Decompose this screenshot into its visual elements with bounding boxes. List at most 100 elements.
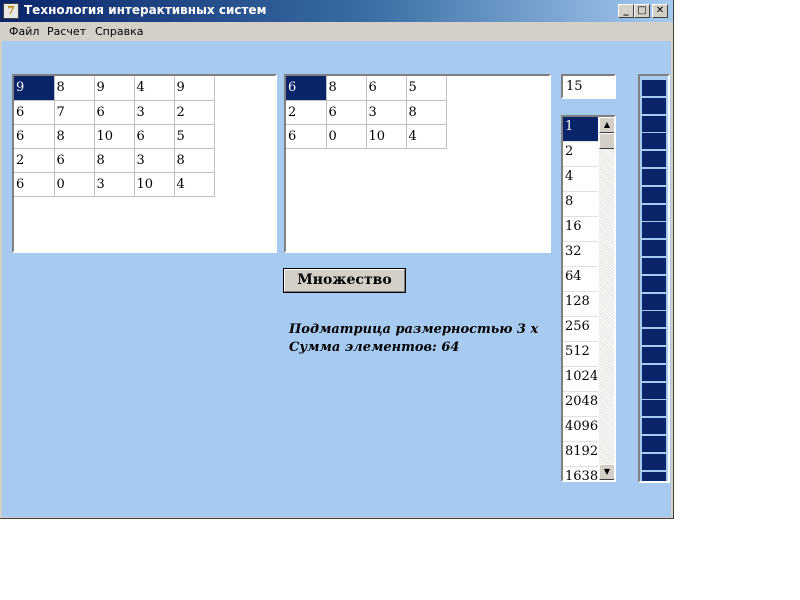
source-matrix-cell[interactable]: 3 [134,148,175,173]
set-button-label: Множество [284,269,405,292]
menu-help[interactable]: Справка [95,25,143,38]
strip-cell [641,257,667,275]
submatrix-row: 2638 [286,100,447,125]
source-matrix-cell[interactable]: 7 [54,100,95,125]
minimize-button[interactable]: _ [618,4,634,18]
menu-calculation[interactable]: Расчет [47,25,86,38]
strip-cell [641,203,667,222]
strip-cell [641,96,667,115]
close-button[interactable]: ✕ [652,4,668,18]
strip-cell [641,168,667,186]
source-matrix-cell[interactable]: 6 [14,100,55,125]
source-matrix-cell[interactable]: 6 [94,100,135,125]
source-matrix-cell[interactable]: 9 [14,76,55,101]
source-matrix-table[interactable]: 9 8 9 4 9 6 7 6 3 2 6 8 10 6 5 2 6 8 3 8 6 0 3 10 4 [14,76,215,197]
powers-listbox[interactable]: 1 2 4 8 16 32 64 128 256 512 1024 2048 4096 8192 1638 … [561,115,616,482]
submatrix-cell[interactable]: 8 [326,76,367,101]
submatrix-cell[interactable]: 6 [286,124,327,149]
strip-cell [641,79,667,97]
source-matrix-row: 6 0 3 10 4 [14,172,215,197]
source-matrix-cell[interactable]: 10 [134,172,175,197]
list-item[interactable]: 4 [563,167,598,192]
source-matrix-cell[interactable]: 3 [134,100,175,125]
result-sum-text: Сумма элементов: 64 [289,340,460,355]
number-input[interactable]: 15 [561,74,616,99]
submatrix-cell[interactable]: 2 [286,100,327,125]
strip-cell [641,310,667,329]
strip-cell [641,452,667,471]
source-matrix-cell[interactable]: 2 [174,100,215,125]
list-item[interactable]: 512 [563,342,598,367]
source-matrix-cell[interactable]: 9 [94,76,135,101]
list-item[interactable]: 1638 [563,467,598,480]
list-item[interactable]: 1024 [563,367,598,392]
strip-cell [641,417,667,436]
source-matrix-cell[interactable]: 3 [94,172,135,197]
menu-file[interactable]: Файл [9,25,39,38]
submatrix-cell[interactable]: 6 [326,100,367,125]
list-item[interactable]: 128 [563,292,598,317]
submatrix-cell[interactable]: 4 [406,124,447,149]
maximize-button[interactable]: □ [634,4,650,18]
strip-cell [641,399,667,418]
app-icon[interactable]: 7 [3,3,19,19]
list-item[interactable]: 1 [563,117,598,142]
source-matrix-cell[interactable]: 4 [174,172,215,197]
strip-cell [641,328,667,347]
title-bar[interactable]: 7 Технология интерактивных систем _ □ ✕ [0,0,673,22]
source-matrix-row: 67632 [14,100,215,125]
source-matrix-row: 6 8 10 6 5 [14,124,215,149]
source-matrix-row: 98949 [14,76,215,101]
list-item[interactable]: 2 [563,142,598,167]
set-button[interactable]: Множество [283,268,406,293]
submatrix-cell[interactable]: 6 [366,76,407,101]
submatrix-cell[interactable]: 0 [326,124,367,149]
strip-cell [641,292,667,311]
list-item[interactable]: 256 [563,317,598,342]
strip-cell [641,346,667,364]
strip-cell [641,150,667,169]
list-item[interactable]: 4096 [563,417,598,442]
source-matrix-cell[interactable]: 4 [134,76,175,101]
source-matrix-grid[interactable]: 9 8 9 4 9 6 7 6 3 2 6 8 10 6 5 2 6 8 3 8 6 0 3 10 4 [12,74,277,253]
source-matrix-cell[interactable]: 8 [94,148,135,173]
source-matrix-cell[interactable]: 10 [94,124,135,149]
submatrix-grid[interactable]: 6 8 6 5 2 6 3 8 6 0 10 4 [284,74,551,253]
result-dimension-text: Подматрица размерностью 3 х [289,322,539,337]
strip-cell [641,221,667,240]
indicator-strip [638,74,670,483]
scroll-thumb[interactable] [599,133,614,149]
submatrix-cell[interactable]: 8 [406,100,447,125]
submatrix-row: 6 0 10 4 [286,124,447,149]
list-item[interactable]: 8 [563,192,598,217]
submatrix-cell[interactable]: 3 [366,100,407,125]
scroll-down-icon[interactable]: ▼ [599,464,614,480]
submatrix-row: 6865 [286,76,447,101]
source-matrix-cell[interactable]: 8 [54,76,95,101]
strip-cell [641,274,667,293]
strip-cell [641,132,667,151]
submatrix-table[interactable]: 6 8 6 5 2 6 3 8 6 0 10 4 [286,76,447,149]
source-matrix-cell[interactable]: 0 [54,172,95,197]
submatrix-cell[interactable]: 5 [406,76,447,101]
source-matrix-cell[interactable]: 6 [14,172,55,197]
strip-cell [641,363,667,382]
source-matrix-cell[interactable]: 2 [14,148,55,173]
source-matrix-cell[interactable]: 6 [134,124,175,149]
source-matrix-cell[interactable]: 8 [54,124,95,149]
submatrix-cell[interactable]: 6 [286,76,327,101]
source-matrix-cell[interactable]: 6 [54,148,95,173]
source-matrix-cell[interactable]: 5 [174,124,215,149]
listbox-scrollbar[interactable]: ▲ ▼ [599,117,614,480]
submatrix-cell[interactable]: 10 [366,124,407,149]
source-matrix-cell[interactable]: 6 [14,124,55,149]
source-matrix-cell[interactable]: 9 [174,76,215,101]
strip-cell [641,470,667,481]
scroll-up-icon[interactable]: ▲ [599,117,614,133]
list-item[interactable]: 32 [563,242,598,267]
source-matrix-cell[interactable]: 8 [174,148,215,173]
list-item[interactable]: 2048 [563,392,598,417]
list-item[interactable]: 8192 [563,442,598,467]
list-item[interactable]: 64 [563,267,598,292]
list-item[interactable]: 16 [563,217,598,242]
